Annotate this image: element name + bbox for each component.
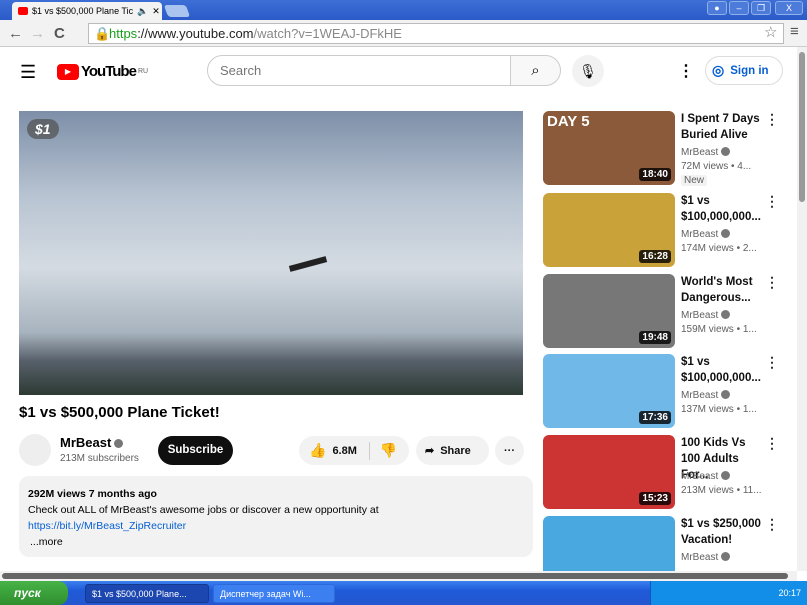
recommendation-title[interactable]: $1 vs $100,000,000...	[681, 354, 765, 386]
vertical-scroll-thumb[interactable]	[799, 52, 805, 202]
tab-title: $1 vs $500,000 Plane Tic	[32, 6, 134, 16]
recommendation-menu-icon[interactable]: ⋮	[765, 435, 779, 452]
recommendation-thumbnail[interactable]: 19:48	[543, 274, 675, 348]
recommendation-title[interactable]: I Spent 7 Days Buried Alive	[681, 111, 765, 143]
recommendation-title[interactable]: World's Most Dangerous...	[681, 274, 765, 306]
bookmark-star-icon[interactable]: ☆	[764, 23, 777, 41]
recommendation-channel[interactable]: MrBeast	[681, 471, 731, 482]
recommendation-title[interactable]: $1 vs $250,000 Vacation!	[681, 516, 765, 548]
verified-icon	[721, 229, 731, 238]
start-button[interactable]: пуск	[0, 581, 68, 605]
description-text: Check out ALL of MrBeast's awesome jobs …	[28, 504, 379, 516]
chrome-menu-icon[interactable]: ≡	[790, 23, 799, 40]
recommendation-title[interactable]: $1 vs $100,000,000...	[681, 193, 765, 225]
like-button[interactable]: 6.8M	[332, 445, 356, 457]
recommendation-views: 137M views • 1...	[681, 404, 757, 415]
video-player[interactable]: $1	[19, 111, 523, 395]
subscriber-count: 213M subscribers	[60, 453, 139, 464]
verified-icon	[114, 439, 124, 448]
microphone-icon[interactable]: 🎙	[572, 55, 604, 87]
youtube-page: ☰ ▶ YouTube RU ⌕ 🎙 ⋮ ◎Sign in $1 $1 vs $…	[0, 47, 797, 571]
taskbar-item-chrome[interactable]: $1 vs $500,000 Plane...	[85, 584, 209, 603]
browser-tab[interactable]: $1 vs $500,000 Plane Tic 🔈 ✕	[12, 2, 162, 20]
more-actions-button[interactable]: ···	[495, 436, 524, 465]
recommendation-views: 213M views • 11...	[681, 485, 762, 496]
verified-icon	[721, 310, 731, 319]
recommendation-channel[interactable]: MrBeast	[681, 310, 731, 321]
show-more-button[interactable]: ...more	[28, 534, 524, 550]
youtube-logo[interactable]: ▶ YouTube RU	[57, 63, 148, 80]
video-duration: 17:36	[639, 411, 671, 424]
video-badge: $1	[27, 119, 59, 139]
verified-icon	[721, 552, 731, 561]
restore-button[interactable]: ❐	[751, 1, 771, 15]
description-box[interactable]: 292M views 7 months ago Check out ALL of…	[19, 476, 533, 557]
minimize-button[interactable]: –	[729, 1, 749, 15]
recommendation-channel[interactable]: MrBeast	[681, 229, 731, 240]
recommendation-menu-icon[interactable]: ⋮	[765, 111, 779, 128]
thumbnail-overlay-text: DAY 5	[547, 113, 590, 130]
video-duration: 16:28	[639, 250, 671, 263]
account-icon: ◎	[712, 62, 725, 78]
audio-icon[interactable]: 🔈	[137, 6, 148, 17]
recommendation-thumbnail[interactable]: 17:36	[543, 354, 675, 428]
address-bar[interactable]: 🔒 https://www.youtube.com/watch?v=1WEAJ-D…	[88, 23, 784, 44]
clock: 20:17	[778, 588, 801, 598]
video-duration: 15:23	[639, 492, 671, 505]
sign-in-button[interactable]: ◎ Sign in	[705, 56, 783, 85]
horizontal-scroll-thumb[interactable]	[2, 573, 788, 579]
close-tab-icon[interactable]: ✕	[152, 6, 160, 17]
video-duration: 19:48	[639, 331, 671, 344]
subscribe-button[interactable]: Subscribe	[158, 436, 233, 465]
recommendation-menu-icon[interactable]: ⋮	[765, 516, 779, 533]
search-button[interactable]: ⌕	[510, 55, 561, 86]
forward-icon[interactable]: →	[30, 25, 45, 42]
recommendation-thumbnail[interactable]: DAY 5 18:40	[543, 111, 675, 185]
system-tray: 20:17	[650, 581, 807, 605]
recommendation-thumbnail[interactable]	[543, 516, 675, 571]
verified-icon	[721, 471, 731, 480]
user-icon[interactable]: ●	[707, 1, 727, 15]
like-dislike-group: 👍 6.8M 👎	[299, 436, 409, 465]
lock-icon: 🔒	[94, 26, 111, 41]
video-duration: 18:40	[639, 168, 671, 181]
recommendation-thumbnail[interactable]: 15:23	[543, 435, 675, 509]
recommendation-views: 159M views • 1...	[681, 324, 757, 335]
youtube-favicon-icon	[18, 7, 28, 15]
recommendation-views: 72M views • 4...	[681, 161, 752, 172]
close-window-button[interactable]: X	[775, 1, 803, 15]
recommendation-channel[interactable]: MrBeast	[681, 390, 731, 401]
back-icon[interactable]: ←	[8, 25, 23, 42]
recommendation-menu-icon[interactable]: ⋮	[765, 354, 779, 371]
share-icon: ➦	[425, 445, 435, 457]
recommendation-menu-icon[interactable]: ⋮	[765, 274, 779, 291]
channel-avatar[interactable]	[19, 434, 51, 466]
settings-more-icon[interactable]: ⋮	[678, 61, 694, 81]
hamburger-menu-icon[interactable]: ☰	[20, 62, 36, 83]
reload-icon[interactable]: C	[54, 25, 65, 42]
plane-image	[288, 256, 328, 272]
share-button[interactable]: ➦ Share	[416, 436, 489, 465]
recommendation-channel[interactable]: MrBeast	[681, 552, 731, 563]
like-icon[interactable]: 👍	[299, 442, 326, 459]
new-badge: New	[681, 175, 708, 186]
verified-icon	[721, 147, 731, 156]
channel-name[interactable]: MrBeast	[60, 435, 124, 450]
recommendation-views: 174M views • 2...	[681, 243, 757, 254]
new-tab-button[interactable]	[163, 5, 191, 17]
search-input[interactable]	[207, 55, 511, 86]
recommendation-channel[interactable]: MrBeast	[681, 147, 731, 158]
description-link[interactable]: https://bit.ly/MrBeast_ZipRecruiter	[28, 518, 524, 534]
recommendation-thumbnail[interactable]: 16:28	[543, 193, 675, 267]
views-date: 292M views 7 months ago	[28, 488, 157, 500]
recommendation-menu-icon[interactable]: ⋮	[765, 193, 779, 210]
verified-icon	[721, 390, 731, 399]
video-title: $1 vs $500,000 Plane Ticket!	[19, 404, 220, 421]
dislike-icon[interactable]: 👎	[380, 442, 397, 459]
taskbar-item-task-manager[interactable]: Диспетчер задач Wi...	[213, 584, 335, 603]
